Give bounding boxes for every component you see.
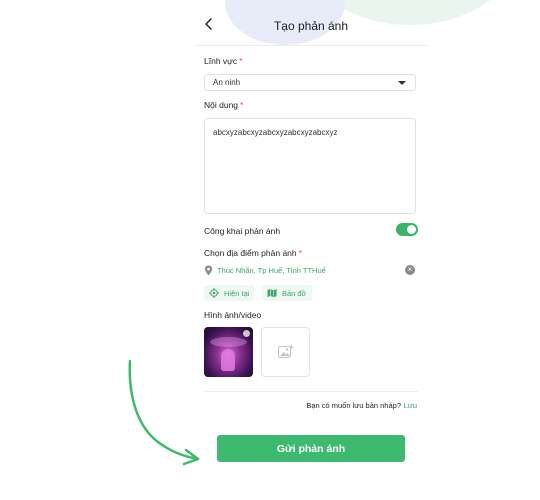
image-halo [210,337,247,347]
clear-location-button[interactable]: × [405,265,415,275]
required-mark: * [298,248,302,258]
save-draft-question: Bạn có muốn lưu bản nháp? [306,401,401,410]
add-media-button[interactable] [261,327,310,377]
field-label-text: Lĩnh vực [204,56,238,66]
create-report-screen: Tạo phản ánh Lĩnh vực * An ninh Nội dung *… [195,0,427,500]
app-header: Tạo phản ánh [195,0,427,46]
current-location-button[interactable]: Hiện tại [204,285,254,301]
field-select-value: An ninh [213,78,241,87]
add-image-icon [278,345,294,358]
required-mark: * [239,56,243,66]
map-button[interactable]: Bản đồ [262,285,312,301]
field-select[interactable]: An ninh [204,74,416,91]
content-label-text: Nội dung [204,100,239,110]
public-toggle[interactable] [396,223,418,236]
location-label-text: Chọn địa điểm phản ánh [204,248,297,258]
remove-icon[interactable] [243,330,250,337]
page-title: Tạo phản ánh [273,19,349,33]
current-location-label: Hiện tại [224,288,250,298]
image-figure [221,349,235,371]
public-toggle-label: Công khai phản ánh [204,226,281,236]
pointer-arrow-icon [128,359,200,466]
submit-report-button[interactable]: Gửi phản ánh [217,435,405,462]
map-label: Bản đồ [282,288,306,298]
required-mark: * [240,100,244,110]
location-label: Chọn địa điểm phản ánh * [204,248,302,258]
gps-target-icon [209,288,219,298]
save-draft-link[interactable]: Lưu [404,401,417,410]
content-label: Nội dung * [204,100,243,110]
chevron-down-icon [398,81,406,85]
toggle-knob [407,225,416,234]
map-icon [267,289,277,298]
location-pin-icon [204,265,213,276]
location-value: Thúc Nhãn, Tp Huế, Tỉnh TTHuế [217,266,326,275]
clear-icon: × [407,265,413,274]
content-textarea[interactable]: abcxyzabcxyzabcxyzabcxyzabcxyz [204,118,416,214]
location-field[interactable]: Thúc Nhãn, Tp Huế, Tỉnh TTHuế × [204,264,419,278]
field-label: Lĩnh vực * [204,56,242,66]
attached-image-thumbnail[interactable] [204,327,253,377]
divider [204,391,418,392]
media-label: Hình ảnh/video [204,310,262,320]
